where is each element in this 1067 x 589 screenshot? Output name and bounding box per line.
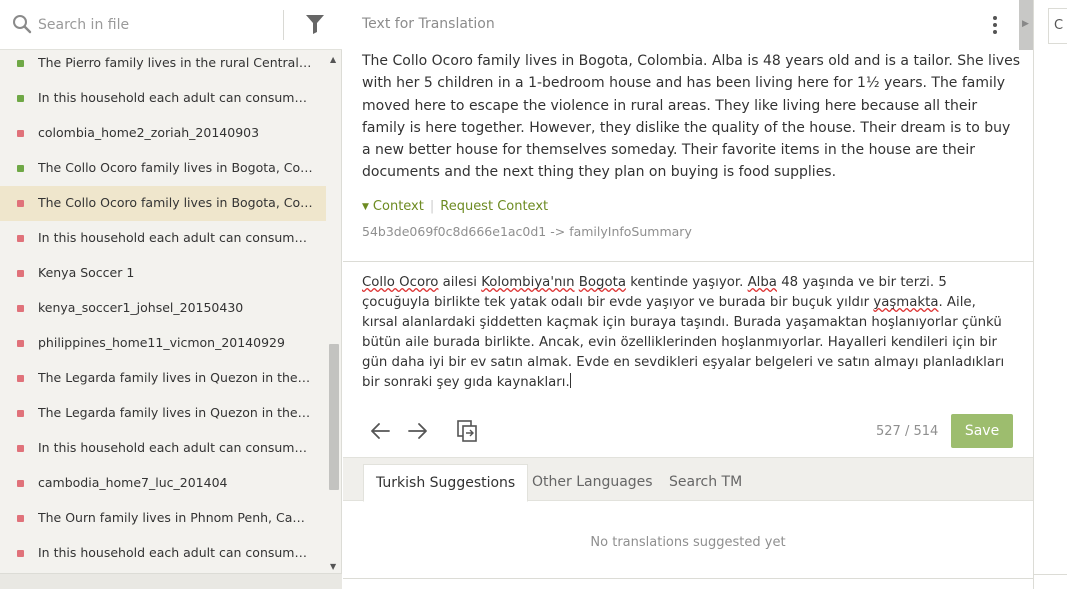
list-item-label: In this household each adult can consume… <box>38 90 313 105</box>
status-dot-icon <box>17 235 24 242</box>
source-title: Text for Translation <box>362 16 495 32</box>
list-item[interactable]: kenya_soccer1_johsel_20150430 <box>0 291 326 326</box>
character-count: 527 / 514 <box>876 424 939 439</box>
search-icon <box>13 15 32 34</box>
status-dot-icon <box>17 130 24 137</box>
status-dot-icon <box>17 340 24 347</box>
misspelled-word: Bogota <box>578 275 626 290</box>
list-item[interactable]: The Legarda family lives in Quezon in th… <box>0 396 326 431</box>
list-item[interactable]: colombia_home2_zoriah_20140903 <box>0 116 326 151</box>
list-item-label: Kenya Soccer 1 <box>38 265 135 280</box>
suggestions-tabs: Turkish Suggestions Other Languages Sear… <box>343 457 1033 502</box>
triangle-down-icon: ▼ <box>362 202 369 212</box>
status-dot-icon <box>17 60 24 67</box>
status-dot-icon <box>17 375 24 382</box>
segment-panel-footer <box>0 573 342 589</box>
translation-editor: Text for Translation The Collo Ocoro fam… <box>343 0 1033 589</box>
kebab-menu-icon[interactable] <box>991 15 999 35</box>
status-dot-icon <box>17 515 24 522</box>
list-item-label: In this household each adult can consume… <box>38 545 313 560</box>
scroll-up-arrow-icon[interactable]: ▲ <box>330 56 336 64</box>
misspelled-word: yaşmakta <box>873 295 939 310</box>
list-item[interactable]: In this household each adult can consume… <box>0 221 326 256</box>
empty-suggestions-message: No translations suggested yet <box>590 535 786 550</box>
list-item-label: The Collo Ocoro family lives in Bogota, … <box>38 195 313 210</box>
status-dot-icon <box>17 95 24 102</box>
list-item-label: The Ourn family lives in Phnom Penh, Cam… <box>38 510 313 525</box>
filter-icon[interactable] <box>304 13 326 35</box>
status-dot-icon <box>17 200 24 207</box>
misspelled-word: Alba <box>747 275 777 290</box>
text-cursor <box>569 373 571 388</box>
save-button[interactable]: Save <box>951 414 1013 448</box>
status-dot-icon <box>17 550 24 557</box>
right-panel-divider <box>1034 574 1067 575</box>
list-item[interactable]: The Collo Ocoro family lives in Bogota, … <box>0 151 326 186</box>
list-item[interactable]: The Ourn family lives in Phnom Penh, Cam… <box>0 501 326 536</box>
editor-bottom-border <box>343 578 1033 579</box>
list-item-label: The Collo Ocoro family lives in Bogota, … <box>38 160 313 175</box>
tab-other-languages[interactable]: Other Languages <box>532 464 653 502</box>
list-item-label: In this household each adult can consume… <box>38 230 313 245</box>
context-separator: | <box>429 199 435 214</box>
list-item-label: cambodia_home7_luc_201404 <box>38 475 228 490</box>
status-dot-icon <box>17 270 24 277</box>
list-item[interactable]: In this household each adult can consume… <box>0 431 326 466</box>
list-item[interactable]: cambodia_home7_luc_201404 <box>0 466 326 501</box>
context-label: Context <box>372 199 424 214</box>
list-item-label: The Legarda family lives in Quezon in th… <box>38 370 313 385</box>
list-item[interactable]: In this household each adult can consume… <box>0 81 326 116</box>
status-dot-icon <box>17 165 24 172</box>
scroll-down-arrow-icon[interactable]: ▼ <box>330 563 336 571</box>
right-panel-tab[interactable]: C <box>1048 8 1067 44</box>
scrollbar-thumb[interactable] <box>329 344 339 490</box>
translation-fragment: ailesi <box>438 275 482 290</box>
segment-list-scrollbar[interactable]: ▲ ▼ <box>326 52 342 573</box>
tab-search-tm[interactable]: Search TM <box>669 464 742 502</box>
right-panel: C <box>1033 0 1067 589</box>
status-dot-icon <box>17 305 24 312</box>
filter-separator <box>283 10 284 40</box>
status-dot-icon <box>17 410 24 417</box>
arrow-right-icon[interactable] <box>407 421 429 441</box>
source-text: The Collo Ocoro family lives in Bogota, … <box>362 53 1021 181</box>
list-item[interactable]: philippines_home11_vicmon_20140929 <box>0 326 326 361</box>
search-input[interactable] <box>38 12 278 38</box>
tab-turkish-suggestions[interactable]: Turkish Suggestions <box>363 464 529 502</box>
list-item-label: The Pierro family lives in the rural Cen… <box>38 55 313 70</box>
list-item[interactable]: The Legarda family lives in Quezon in th… <box>0 361 326 396</box>
request-context-link[interactable]: Request Context <box>440 199 548 214</box>
list-item[interactable]: The Collo Ocoro family lives in Bogota, … <box>0 186 326 221</box>
list-item-label: kenya_soccer1_johsel_20150430 <box>38 300 244 315</box>
list-item-label: philippines_home11_vicmon_20140929 <box>38 335 285 350</box>
list-item[interactable]: The Pierro family lives in the rural Cen… <box>0 46 326 81</box>
context-key: 54b3de069f0c8d666e1ac0d1 -> familyInfoSu… <box>362 224 692 239</box>
editor-divider <box>343 261 1033 262</box>
status-dot-icon <box>17 445 24 452</box>
list-item-label: colombia_home2_zoriah_20140903 <box>38 125 260 140</box>
misspelled-word: Kolombiya'nın <box>481 275 575 290</box>
misspelled-word: Collo Ocoro <box>362 275 439 290</box>
search-bar <box>0 0 342 50</box>
translation-fragment: kentinde yaşıyor. <box>625 275 748 290</box>
collapse-right-arrow-icon[interactable]: ▶ <box>1022 19 1029 29</box>
list-item[interactable]: Kenya Soccer 1 <box>0 256 326 291</box>
context-row: ▼ Context | Request Context <box>362 199 548 214</box>
segment-panel: The Pierro family lives in the rural Cen… <box>0 0 342 589</box>
segment-list: The Pierro family lives in the rural Cen… <box>0 46 326 573</box>
list-item[interactable]: In this household each adult can consume… <box>0 536 326 571</box>
copy-source-icon[interactable] <box>456 419 478 443</box>
arrow-left-icon[interactable] <box>369 421 391 441</box>
translation-input[interactable]: Collo Ocoro ailesi Kolombiya'nın Bogota … <box>362 273 1012 393</box>
list-item-label: The Legarda family lives in Quezon in th… <box>38 405 313 420</box>
list-item-label: In this household each adult can consume… <box>38 440 313 455</box>
context-toggle[interactable]: ▼ Context <box>362 199 424 214</box>
status-dot-icon <box>17 480 24 487</box>
